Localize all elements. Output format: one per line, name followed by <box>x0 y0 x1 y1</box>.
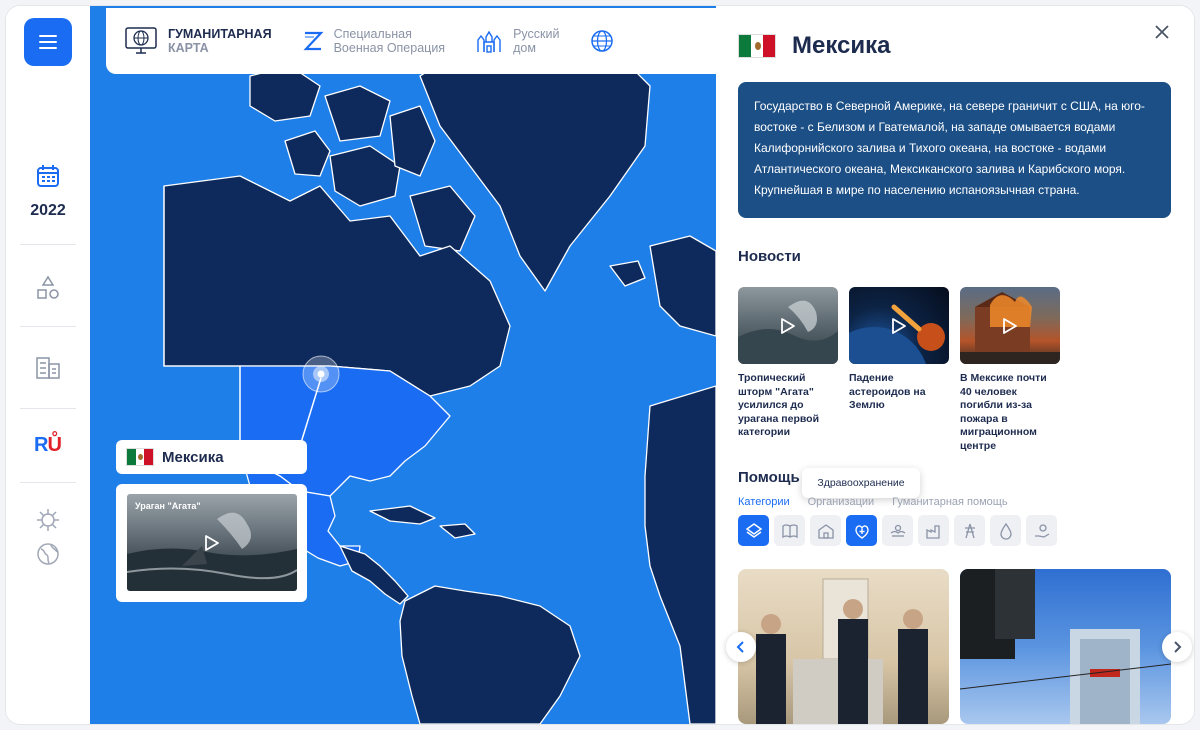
tab-special-operation[interactable]: Специальная Военная Операция <box>302 27 446 55</box>
country-header: Мексика <box>738 32 891 60</box>
divider <box>20 244 76 245</box>
news-title[interactable]: В Мексике почти 40 человек погибли из-за… <box>960 372 1060 453</box>
left-rail: 2022 RŮ <box>6 6 90 724</box>
news-title[interactable]: Падение астероидов на Землю <box>849 372 949 413</box>
tab-humanitarian-map[interactable]: ГУМАНИТАРНАЯ КАРТА <box>124 26 272 56</box>
tab-russian-house[interactable]: Русский дом <box>475 27 559 55</box>
play-icon <box>1003 317 1017 334</box>
news-item[interactable]: В Мексике почти 40 человек погибли из-за… <box>960 287 1060 453</box>
charity-hand-icon[interactable] <box>1026 515 1057 546</box>
ru-logo[interactable]: RŮ <box>34 434 62 457</box>
app-window: 2022 RŮ ГУМАНИТАРНАЯ КАРТА Специальная В… <box>6 6 1194 724</box>
news-title[interactable]: Тропический шторм "Агата" усилился до ур… <box>738 372 838 440</box>
monitor-globe-icon <box>125 27 157 54</box>
svo-label: Специальная <box>333 27 412 41</box>
hamburger-icon <box>39 35 57 49</box>
z-letter-icon <box>303 31 324 51</box>
category-tooltip: Здравоохранение <box>802 468 920 498</box>
help-photo[interactable] <box>738 569 949 724</box>
year-selector[interactable]: 2022 <box>6 202 90 220</box>
mexico-flag-icon <box>126 448 154 466</box>
play-icon <box>781 317 795 334</box>
globe-icon[interactable] <box>34 540 62 568</box>
country-title: Мексика <box>792 32 891 59</box>
shapes-icon[interactable] <box>34 274 62 302</box>
mexico-flag-icon <box>738 34 776 58</box>
map-svg <box>90 6 716 724</box>
carousel-next-button[interactable] <box>1162 632 1192 662</box>
carousel-prev-button[interactable] <box>726 632 756 662</box>
divider <box>20 326 76 327</box>
calendar-icon[interactable] <box>35 163 61 189</box>
divider <box>20 482 76 483</box>
chevron-left-icon <box>736 641 744 653</box>
tab-globe[interactable] <box>589 28 625 54</box>
news-thumbnail[interactable] <box>738 287 838 364</box>
tab-humanitarian-aid[interactable]: Гуманитарная помощь <box>892 496 1007 508</box>
map-country-name: Мексика <box>162 448 224 466</box>
play-icon <box>892 317 906 334</box>
help-tabs: Категории Организации Гуманитарная помощ… <box>738 496 1026 508</box>
tab-categories[interactable]: Категории <box>738 496 790 508</box>
video-thumbnail[interactable]: Ураган "Агата" <box>127 494 297 591</box>
virus-icon[interactable] <box>34 506 62 534</box>
power-tower-icon[interactable] <box>954 515 985 546</box>
kremlin-icon <box>477 30 501 53</box>
news-item[interactable]: Падение астероидов на Землю <box>849 287 949 413</box>
book-icon[interactable] <box>774 515 805 546</box>
news-thumbnail[interactable] <box>849 287 949 364</box>
help-heading: Помощь <box>738 469 800 486</box>
category-icons <box>738 515 1062 546</box>
svo-label-2: Военная Операция <box>333 41 446 55</box>
world-map[interactable] <box>90 6 716 724</box>
menu-button[interactable] <box>24 18 72 66</box>
school-icon[interactable] <box>810 515 841 546</box>
layers-icon[interactable] <box>738 515 769 546</box>
video-caption: Ураган "Агата" <box>135 501 201 511</box>
country-description: Государство в Северной Америке, на север… <box>738 82 1171 218</box>
map-subtitle: КАРТА <box>168 41 209 55</box>
map-title: ГУМАНИТАРНАЯ <box>168 27 272 41</box>
russian-house-label-2: дом <box>513 41 536 55</box>
news-heading: Новости <box>738 248 801 265</box>
help-photo[interactable] <box>960 569 1171 724</box>
chevron-right-icon <box>1174 641 1182 653</box>
russian-house-label: Русский <box>513 27 560 41</box>
factory-icon[interactable] <box>918 515 949 546</box>
buildings-icon[interactable] <box>34 354 62 382</box>
play-icon[interactable] <box>204 534 220 552</box>
globe-icon <box>591 30 614 52</box>
water-drop-icon[interactable] <box>990 515 1021 546</box>
map-country-label[interactable]: Мексика <box>116 440 307 474</box>
hands-icon[interactable] <box>882 515 913 546</box>
healthcare-icon[interactable] <box>846 515 877 546</box>
map-video-card[interactable]: Ураган "Агата" <box>116 484 307 602</box>
top-navigation: ГУМАНИТАРНАЯ КАРТА Специальная Военная Опе… <box>106 8 726 74</box>
news-item[interactable]: Тропический шторм "Агата" усилился до ур… <box>738 287 838 440</box>
close-icon[interactable] <box>1152 22 1172 42</box>
country-panel: Мексика Государство в Северной Америке, … <box>716 6 1194 724</box>
divider <box>20 408 76 409</box>
tab-organizations[interactable]: Организации <box>808 496 875 508</box>
news-thumbnail[interactable] <box>960 287 1060 364</box>
